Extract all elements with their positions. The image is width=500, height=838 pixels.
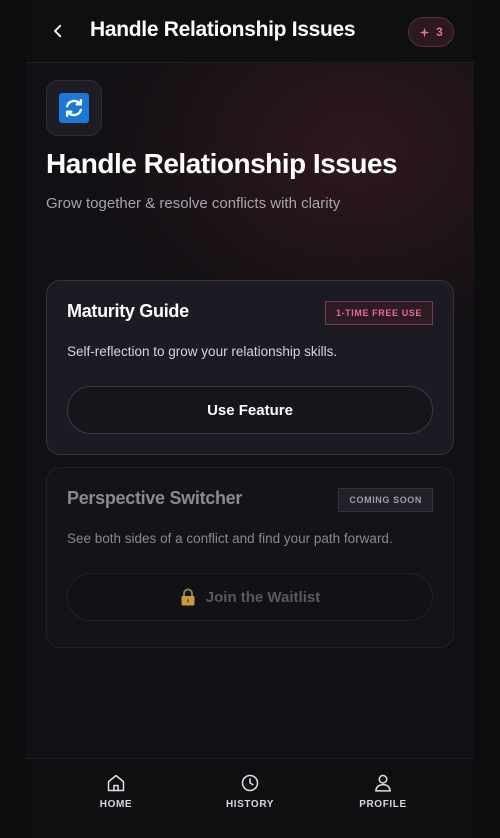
app-screen: Handle Relationship Issues 3 Handle Rela…: [26, 0, 474, 838]
button-label: Join the Waitlist: [205, 588, 321, 606]
nav-label: HOME: [99, 799, 133, 810]
back-button[interactable]: [46, 19, 70, 43]
lock-icon: [181, 588, 195, 606]
coming-soon-badge: COMING SOON: [338, 488, 433, 512]
feature-app-icon: [46, 80, 102, 136]
feature-card-perspective-switcher: Perspective Switcher COMING SOON See bot…: [46, 467, 454, 648]
join-waitlist-button[interactable]: Join the Waitlist: [67, 573, 433, 621]
credits-badge[interactable]: 3: [408, 17, 454, 47]
card-description: See both sides of a conflict and find yo…: [67, 531, 393, 546]
button-label: Use Feature: [207, 401, 293, 419]
page-subtitle: Grow together & resolve conflicts with c…: [46, 195, 341, 212]
page-title: Handle Relationship Issues: [46, 148, 398, 179]
nav-item-home[interactable]: HOME: [66, 773, 166, 823]
home-icon: [107, 774, 125, 792]
refresh-arrows-icon: [59, 93, 89, 123]
bottom-navigation: HOME HISTORY PROFILE: [26, 758, 474, 838]
clock-icon: [241, 774, 259, 792]
nav-item-profile[interactable]: PROFILE: [333, 773, 433, 823]
chevron-left-icon: [54, 24, 62, 38]
use-feature-button[interactable]: Use Feature: [67, 386, 433, 434]
nav-item-history[interactable]: HISTORY: [200, 773, 300, 823]
card-description: Self-reflection to grow your relationshi…: [67, 344, 338, 359]
nav-label: HISTORY: [225, 799, 275, 810]
card-title: Maturity Guide: [67, 301, 189, 321]
header-title: Handle Relationship Issues: [90, 18, 356, 41]
free-use-badge: 1-TIME FREE USE: [324, 301, 433, 325]
sparkle-icon: [419, 26, 430, 38]
feature-card-maturity-guide: Maturity Guide 1-TIME FREE USE Self-refl…: [46, 280, 454, 455]
credits-count: 3: [436, 25, 443, 39]
nav-label: PROFILE: [359, 799, 407, 810]
top-header: Handle Relationship Issues 3: [26, 0, 474, 63]
user-icon: [375, 774, 391, 792]
card-title: Perspective Switcher: [67, 488, 243, 508]
